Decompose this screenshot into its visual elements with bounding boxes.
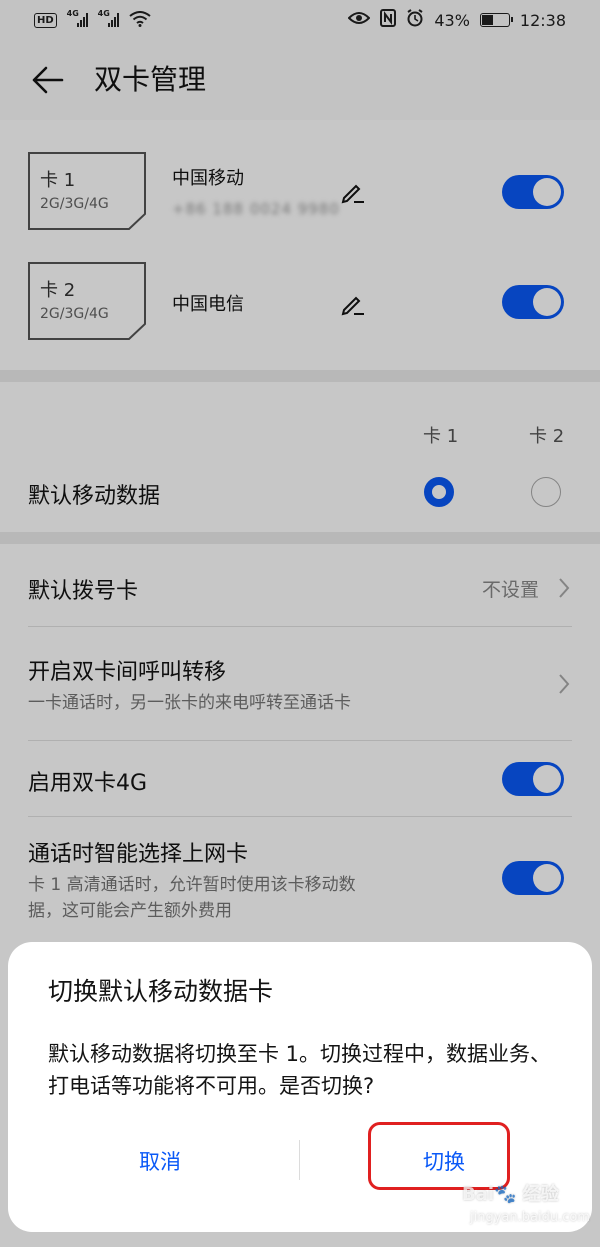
cancel-button[interactable]: 取消 [20, 1130, 300, 1194]
dialog-message: 默认移动数据将切换至卡 1。切换过程中，数据业务、打电话等功能将不可用。是否切换… [48, 1042, 552, 1098]
watermark-logo: Bai🐾 经验 [462, 1184, 559, 1205]
dialog-button-divider [299, 1140, 300, 1180]
dialog-title: 切换默认移动数据卡 [48, 977, 274, 1006]
watermark-url: jingyan.baidu.com [470, 1210, 590, 1225]
